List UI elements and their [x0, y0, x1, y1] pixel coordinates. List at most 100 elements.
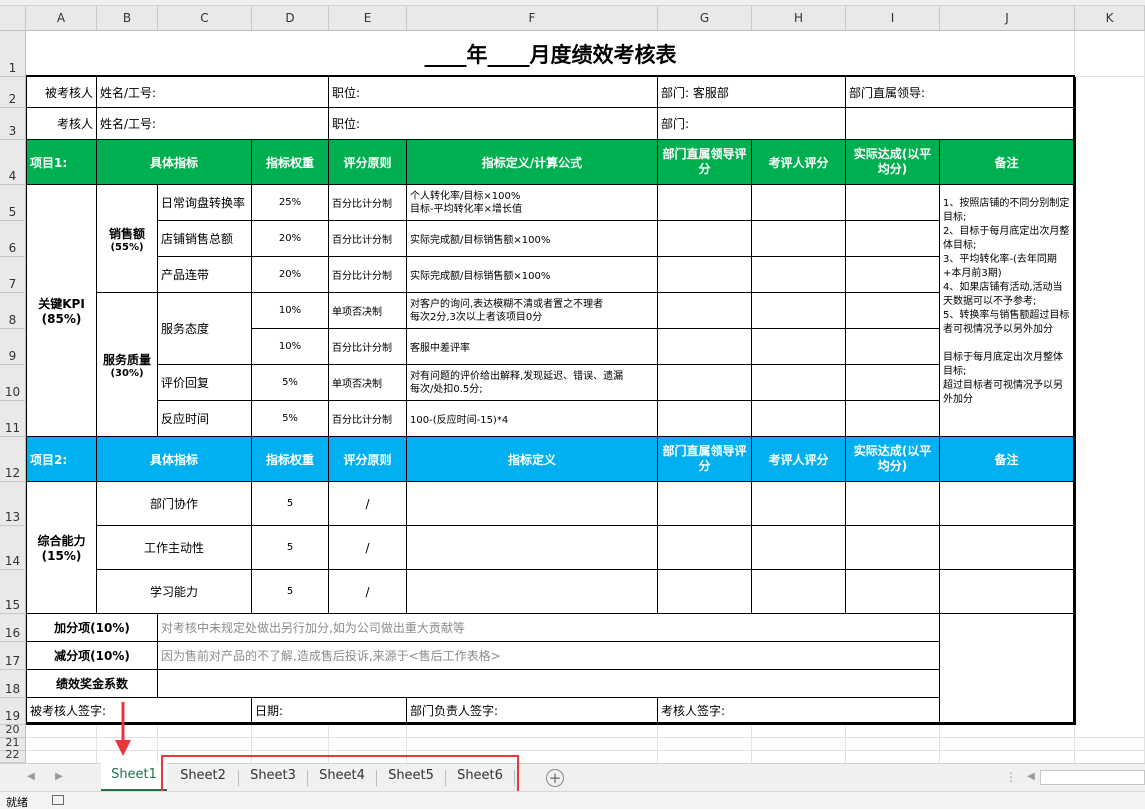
date-cell[interactable]: 日期: — [252, 698, 407, 723]
indicator2-header[interactable]: 具体指标 — [97, 437, 252, 482]
remark-header[interactable]: 备注 — [940, 140, 1074, 185]
item-name[interactable]: 店铺销售总额 — [158, 221, 252, 257]
row-header-15[interactable]: 15 — [0, 570, 26, 614]
row-header-7[interactable]: 7 — [0, 257, 26, 293]
score-cell[interactable] — [846, 526, 940, 570]
examinee-position-cell[interactable]: 职位: — [329, 77, 658, 108]
score-cell[interactable] — [658, 257, 752, 293]
item-definition[interactable]: 客服中差评率 — [407, 329, 658, 365]
hscroll-left-icon[interactable]: ◀ — [1024, 770, 1038, 784]
score-cell[interactable] — [752, 257, 846, 293]
score-cell[interactable] — [752, 570, 846, 614]
item-principle[interactable]: 单项否决制 — [329, 293, 407, 329]
leader-score-header[interactable]: 部门直属领导评分 — [658, 140, 752, 185]
examiner-dept-cell[interactable]: 部门: — [658, 108, 846, 140]
score-cell[interactable] — [846, 329, 940, 365]
score-cell[interactable] — [846, 293, 940, 329]
item-principle[interactable]: 百分比计分制 — [329, 257, 407, 293]
score-cell[interactable] — [752, 401, 846, 437]
score-cell[interactable] — [752, 185, 846, 221]
score-cell[interactable] — [752, 221, 846, 257]
item2-definition[interactable] — [407, 526, 658, 570]
score-cell[interactable] — [846, 365, 940, 401]
examiner-position-cell[interactable]: 职位: — [329, 108, 658, 140]
row-header-19[interactable]: 19 — [0, 698, 26, 725]
leader-score2-header[interactable]: 部门直属领导评分 — [658, 437, 752, 482]
actual2-header[interactable]: 实际达成(以平均分) — [846, 437, 940, 482]
tab-sheet1[interactable]: Sheet1 — [101, 762, 167, 791]
kpi-category[interactable]: 关键KPI (85%) — [27, 185, 97, 437]
score-cell[interactable] — [846, 257, 940, 293]
row-header-4[interactable]: 4 — [0, 140, 26, 185]
row-header-17[interactable]: 17 — [0, 642, 26, 670]
coef-label[interactable]: 绩效奖金系数 — [27, 670, 158, 698]
leader-sign[interactable]: 部门负责人签字: — [407, 698, 658, 723]
row-header-9[interactable]: 9 — [0, 329, 26, 365]
item2-weight[interactable]: 5 — [252, 482, 329, 526]
minus-text[interactable]: 因为售前对产品的不了解,造成售后投诉,来源于<售后工作表格> — [158, 642, 940, 670]
project2-header[interactable]: 项目2: — [27, 437, 97, 482]
score-cell[interactable] — [752, 293, 846, 329]
item-name[interactable]: 日常询盘转换率 — [158, 185, 252, 221]
horizontal-scrollbar[interactable] — [1040, 770, 1145, 785]
row-header-11[interactable]: 11 — [0, 401, 26, 437]
col-header-i[interactable]: I — [846, 6, 940, 31]
item2-name[interactable]: 工作主动性 — [97, 526, 252, 570]
score-cell[interactable] — [846, 570, 940, 614]
score-cell[interactable] — [658, 329, 752, 365]
project1-header[interactable]: 项目1: — [27, 140, 97, 185]
col-header-c[interactable]: C — [158, 6, 252, 31]
row-header-22[interactable]: 22 — [0, 748, 26, 763]
item-definition[interactable]: 实际完成额/目标销售额×100% — [407, 221, 658, 257]
minus-label[interactable]: 减分项(10%) — [27, 642, 158, 670]
row-header-12[interactable]: 12 — [0, 437, 26, 482]
definition2-header[interactable]: 指标定义 — [407, 437, 658, 482]
row-header-5[interactable]: 5 — [0, 185, 26, 221]
item-name[interactable]: 评价回复 — [158, 365, 252, 401]
remark-merged-cell[interactable] — [940, 614, 1074, 723]
examinee-leader-cell[interactable]: 部门直属领导: — [846, 77, 1074, 108]
item2-principle[interactable]: / — [329, 526, 407, 570]
tab-scroll-left-icon[interactable]: ◀ — [24, 770, 38, 784]
definition-header[interactable]: 指标定义/计算公式 — [407, 140, 658, 185]
col-header-g[interactable]: G — [658, 6, 752, 31]
score-cell[interactable] — [658, 365, 752, 401]
score-cell[interactable] — [658, 293, 752, 329]
row-header-2[interactable]: 2 — [0, 77, 26, 108]
item-definition[interactable]: 对有问题的评价给出解释,发现延迟、错误、遗漏 每次/处扣0.5分; — [407, 365, 658, 401]
score-cell[interactable] — [658, 401, 752, 437]
indicator-header[interactable]: 具体指标 — [97, 140, 252, 185]
row-header-16[interactable]: 16 — [0, 614, 26, 642]
item-weight[interactable]: 10% — [252, 293, 329, 329]
score-cell[interactable] — [846, 185, 940, 221]
row-header-14[interactable]: 14 — [0, 526, 26, 570]
item-weight[interactable]: 20% — [252, 221, 329, 257]
score-cell[interactable] — [752, 329, 846, 365]
item2-weight[interactable]: 5 — [252, 570, 329, 614]
coef-value[interactable] — [158, 670, 940, 698]
remark-cell[interactable] — [940, 482, 1074, 526]
item-definition[interactable]: 对客户的询问,表达模糊不清或者置之不理者 每次2分,3次以上者该项目0分 — [407, 293, 658, 329]
col-header-d[interactable]: D — [252, 6, 329, 31]
row-header-18[interactable]: 18 — [0, 670, 26, 698]
principle-header[interactable]: 评分原则 — [329, 140, 407, 185]
item-definition[interactable]: 实际完成额/目标销售额×100% — [407, 257, 658, 293]
item2-name[interactable]: 学习能力 — [97, 570, 252, 614]
col-header-k[interactable]: K — [1075, 6, 1145, 31]
item2-weight[interactable]: 5 — [252, 526, 329, 570]
add-sheet-icon[interactable]: + — [546, 769, 564, 787]
item-definition[interactable]: 个人转化率/目标×100% 目标-平均转化率×增长值 — [407, 185, 658, 221]
score-cell[interactable] — [846, 401, 940, 437]
col-header-e[interactable]: E — [329, 6, 407, 31]
examinee-dept-cell[interactable]: 部门: 客服部 — [658, 77, 846, 108]
item-definition[interactable]: 100-(反应时间-15)*4 — [407, 401, 658, 437]
score-cell[interactable] — [658, 482, 752, 526]
item-principle[interactable]: 百分比计分制 — [329, 329, 407, 365]
col-header-f[interactable]: F — [407, 6, 658, 31]
macro-record-icon[interactable] — [52, 795, 64, 805]
item-name[interactable]: 产品连带 — [158, 257, 252, 293]
item-weight[interactable]: 5% — [252, 365, 329, 401]
row-header-1[interactable]: 1 — [0, 31, 26, 77]
assessor-score-header[interactable]: 考评人评分 — [752, 140, 846, 185]
splitter-handle-icon[interactable]: ⋮ — [1005, 770, 1017, 784]
